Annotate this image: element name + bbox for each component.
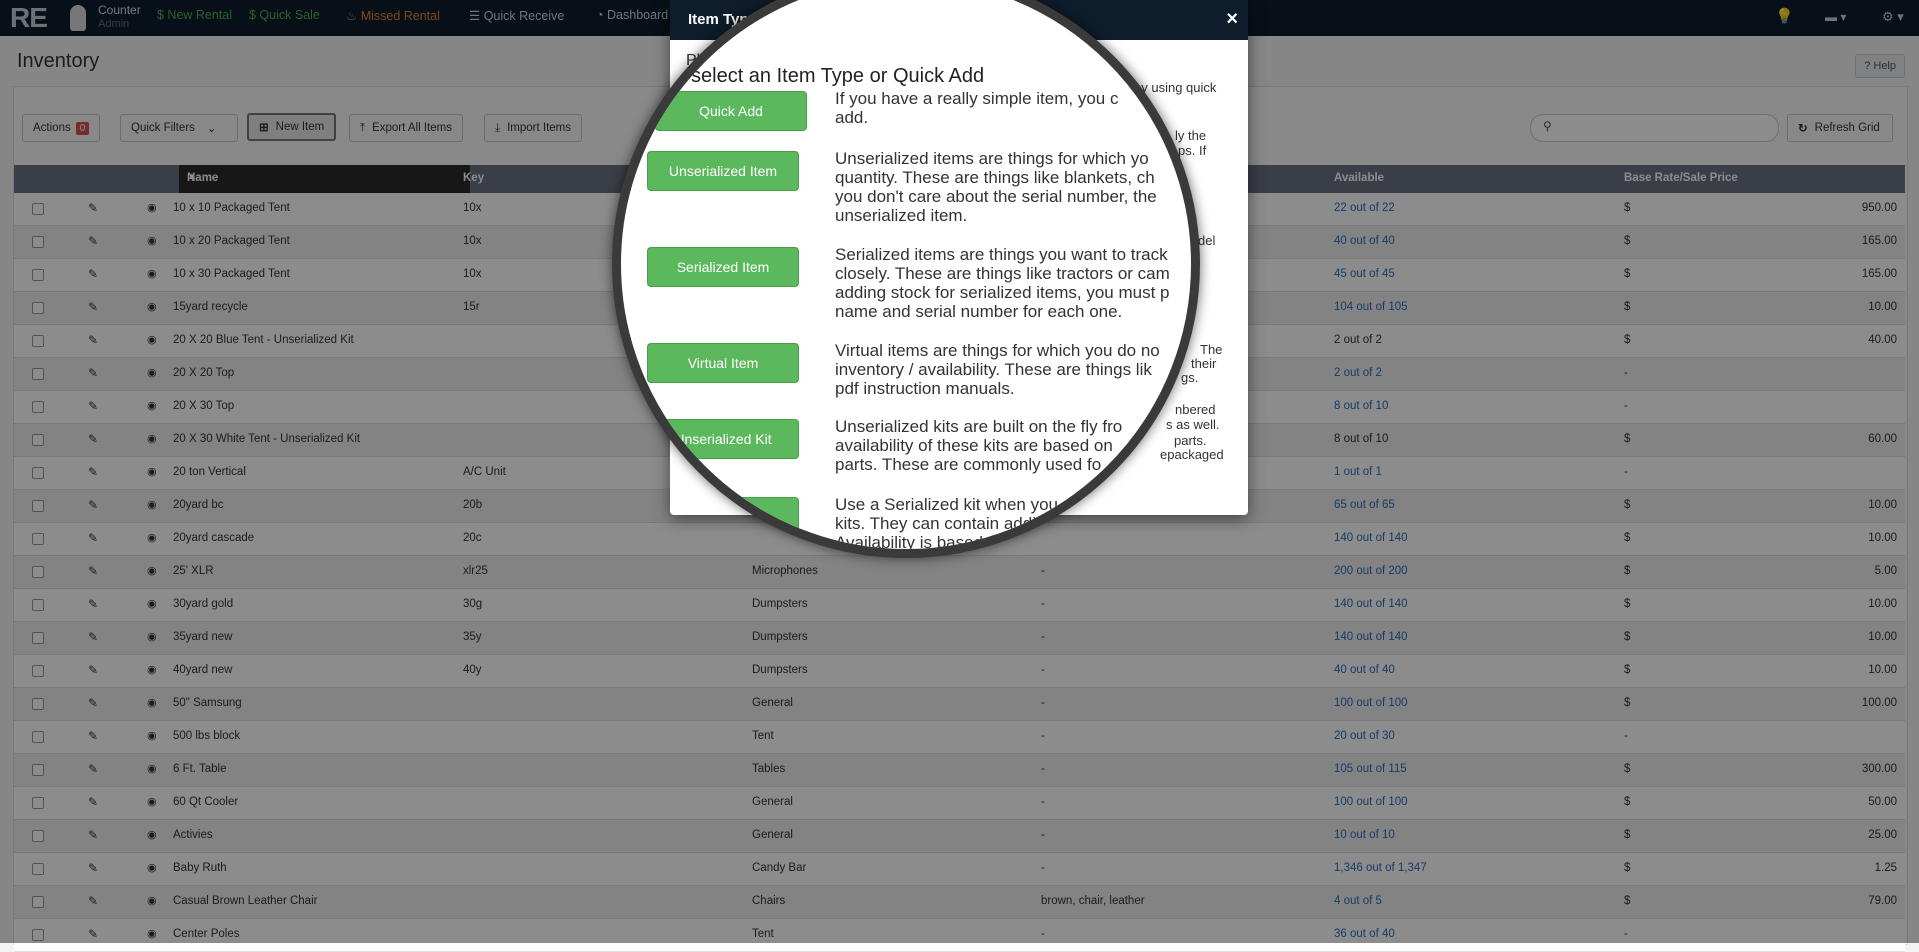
modal-edge-text: ly the [1175,128,1207,143]
option-description: If you have a really simple item, you c … [835,89,1119,127]
option-description: Serialized items are things you want to … [835,245,1170,321]
option-button-unserialized-item[interactable]: Unserialized Item [647,151,799,191]
option-button-serialized-item[interactable]: Serialized Item [647,247,799,287]
option-description: Virtual items are things for which you d… [835,341,1160,398]
modal-edge-text: The [1200,342,1223,357]
option-description: Unserialized kits are built on the fly f… [835,417,1191,474]
option-button-kit[interactable]: Kit [647,497,799,537]
option-button-quick-add[interactable]: Quick Add [655,91,807,131]
modal-edge-text: del [1198,233,1216,248]
option-description: Use a Serialized kit when you kits. They… [835,495,1059,552]
close-icon[interactable]: × [1226,8,1238,31]
option-button-virtual-item[interactable]: Virtual Item [647,343,799,383]
modal-edge-text: their [1191,356,1217,371]
modal-edge-text: nbered [1175,402,1216,417]
option-description: Unserialized items are things for which … [835,149,1157,225]
modal-prompt: select an Item Type or Quick Add [691,65,985,87]
option-button-unserialized-kit[interactable]: Unserialized Kit [647,419,799,459]
